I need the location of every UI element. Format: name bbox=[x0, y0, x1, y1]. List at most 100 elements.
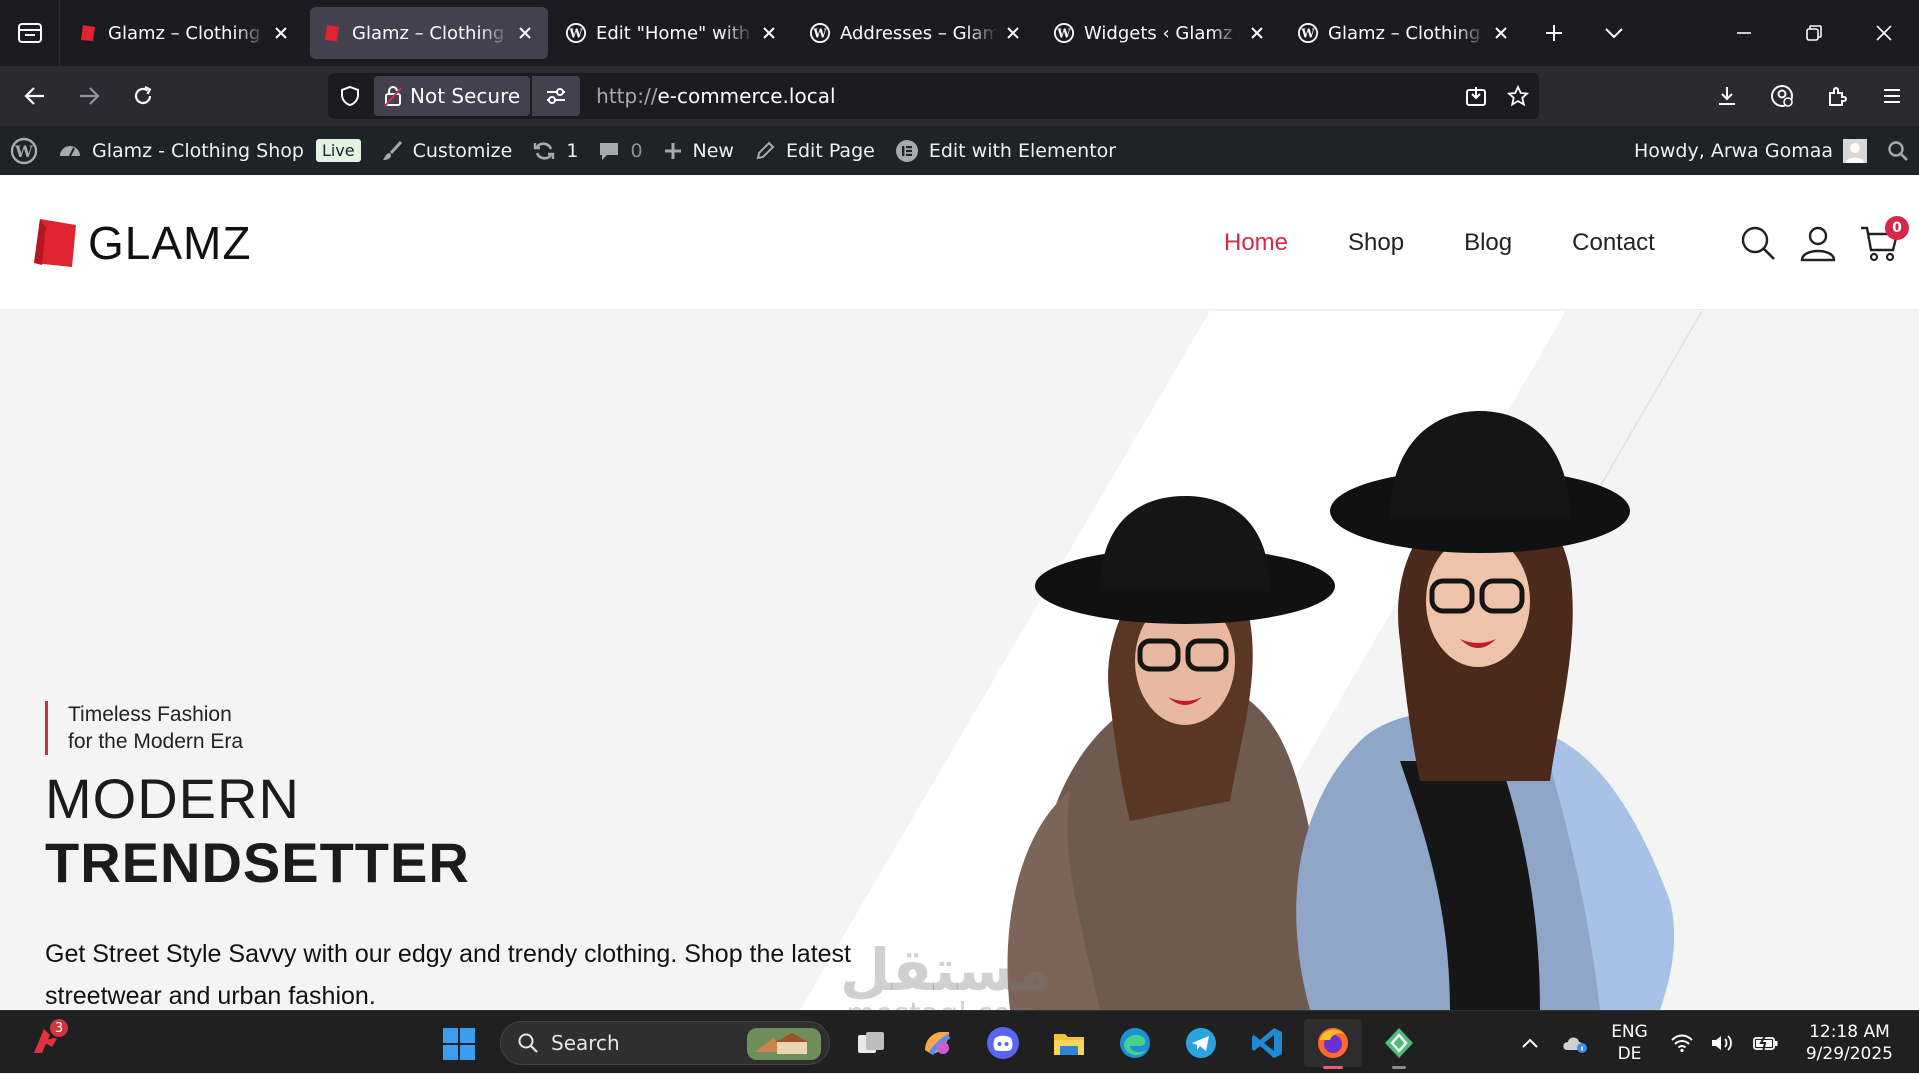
browser-tab-6[interactable]: W Glamz – Clothing Shop bbox=[1286, 7, 1524, 59]
account-link[interactable] bbox=[1799, 224, 1837, 262]
close-tab-icon[interactable] bbox=[514, 22, 536, 44]
menu-item-home[interactable]: Home bbox=[1224, 229, 1288, 257]
search-label: Search bbox=[551, 1031, 620, 1055]
close-tab-icon[interactable] bbox=[1002, 22, 1024, 44]
close-tab-icon[interactable] bbox=[270, 22, 292, 44]
copilot-icon bbox=[925, 1032, 951, 1056]
plus-icon bbox=[663, 141, 683, 161]
browser-tab-4[interactable]: W Addresses – Glamz bbox=[798, 7, 1036, 59]
telegram-button[interactable] bbox=[1172, 1019, 1230, 1067]
glamz-logo-icon bbox=[34, 219, 76, 267]
copilot-button[interactable] bbox=[908, 1019, 966, 1067]
taskbar-search[interactable]: Search bbox=[500, 1021, 830, 1065]
browser-tab-2[interactable]: Glamz – Clothing Shop bbox=[310, 7, 548, 59]
discord-icon bbox=[987, 1027, 1019, 1059]
browser-tab-5[interactable]: W Widgets ‹ Glamz - Clothing Shop bbox=[1042, 7, 1280, 59]
wp-logo-menu[interactable]: W bbox=[0, 126, 48, 175]
permissions-button[interactable] bbox=[532, 76, 581, 116]
reload-button[interactable] bbox=[116, 66, 170, 126]
restore-button[interactable] bbox=[1779, 0, 1849, 66]
avatar bbox=[1843, 138, 1867, 163]
menu-item-contact[interactable]: Contact bbox=[1572, 229, 1655, 257]
discord-button[interactable] bbox=[974, 1019, 1032, 1067]
forward-button[interactable] bbox=[62, 66, 116, 126]
minimize-button[interactable] bbox=[1709, 0, 1779, 66]
show-hidden-icons-button[interactable] bbox=[1521, 1037, 1539, 1049]
browser-tab-1[interactable]: Glamz – Clothing Shop bbox=[66, 7, 304, 59]
list-all-tabs-button[interactable] bbox=[1584, 0, 1644, 66]
new-label: New bbox=[692, 139, 734, 162]
site-name-menu[interactable]: Glamz - Clothing Shop Live bbox=[48, 126, 371, 175]
tracking-protection-button[interactable] bbox=[328, 73, 372, 119]
updates-icon bbox=[532, 140, 556, 162]
account-button[interactable] bbox=[1754, 66, 1809, 126]
url-bar[interactable]: Not Secure http://e-commerce.local bbox=[328, 73, 1539, 119]
hamburger-icon bbox=[1883, 89, 1900, 103]
my-account-menu[interactable]: Howdy, Arwa Gomaa bbox=[1624, 126, 1877, 175]
save-page-button[interactable] bbox=[1455, 73, 1497, 119]
input-language-indicator[interactable]: ENG DE bbox=[1611, 1021, 1648, 1065]
minimize-icon bbox=[1737, 32, 1751, 34]
menu-item-shop[interactable]: Shop bbox=[1348, 229, 1404, 257]
onedrive-status-button[interactable] bbox=[1561, 1032, 1589, 1054]
chevron-down-icon bbox=[1605, 28, 1623, 39]
close-tab-icon[interactable] bbox=[1490, 22, 1512, 44]
app-menu-button[interactable] bbox=[1864, 66, 1919, 126]
file-explorer-button[interactable] bbox=[1040, 1019, 1098, 1067]
edit-page-link[interactable]: Edit Page bbox=[744, 126, 885, 175]
tab-overview-button[interactable] bbox=[0, 0, 60, 66]
wp-admin-bar: W Glamz - Clothing Shop Live Customize 1… bbox=[0, 126, 1919, 175]
extensions-button[interactable] bbox=[1809, 66, 1864, 126]
search-highlight-image bbox=[747, 1028, 821, 1065]
edit-with-elementor-link[interactable]: Edit with Elementor bbox=[885, 126, 1126, 175]
menu-item-blog[interactable]: Blog bbox=[1464, 229, 1512, 257]
tab-title: Edit "Home" with Elementor bbox=[596, 22, 754, 44]
firefox-button[interactable] bbox=[1304, 1019, 1362, 1069]
keyboard-layout: DE bbox=[1617, 1043, 1642, 1064]
new-tab-button[interactable] bbox=[1524, 0, 1584, 66]
close-tab-icon[interactable] bbox=[758, 22, 780, 44]
battery-button[interactable] bbox=[1752, 1033, 1780, 1053]
taskbar-clock[interactable]: 12:18 AM 9/29/2025 bbox=[1806, 1021, 1893, 1065]
arrow-right-icon bbox=[80, 87, 100, 105]
close-tab-icon[interactable] bbox=[1246, 22, 1268, 44]
howdy-text: Howdy, Arwa Gomaa bbox=[1633, 139, 1833, 162]
wifi-status-button[interactable] bbox=[1670, 1033, 1694, 1053]
edge-button[interactable] bbox=[1106, 1019, 1164, 1067]
paintbrush-icon bbox=[381, 140, 403, 162]
close-window-button[interactable] bbox=[1849, 0, 1919, 66]
shield-icon bbox=[341, 85, 359, 107]
not-secure-label: Not Secure bbox=[410, 84, 521, 108]
chevron-up-icon bbox=[1522, 1038, 1538, 1048]
cart-link[interactable]: 0 bbox=[1859, 215, 1909, 262]
comments-link[interactable]: 0 bbox=[588, 126, 652, 175]
new-content-menu[interactable]: New bbox=[653, 126, 744, 175]
local-app-icon bbox=[1385, 1028, 1413, 1058]
download-icon bbox=[1718, 87, 1735, 105]
url-text[interactable]: http://e-commerce.local bbox=[596, 84, 1455, 108]
admin-search-button[interactable] bbox=[1877, 126, 1919, 175]
task-view-button[interactable] bbox=[842, 1019, 900, 1067]
wordpress-icon: W bbox=[10, 137, 38, 165]
system-tray: ENG DE 12:18 AM 9/29/2025 bbox=[1513, 1011, 1919, 1074]
local-wp-button[interactable] bbox=[1370, 1019, 1428, 1069]
volume-button[interactable] bbox=[1710, 1033, 1736, 1053]
site-logo[interactable]: GLAMZ bbox=[30, 215, 251, 271]
bookmark-button[interactable] bbox=[1497, 73, 1539, 119]
customize-link[interactable]: Customize bbox=[371, 126, 523, 175]
taskbar-apps bbox=[842, 1019, 1436, 1069]
dashboard-icon bbox=[58, 140, 82, 162]
browser-tab-3[interactable]: W Edit "Home" with Elementor bbox=[554, 7, 792, 59]
vscode-button[interactable] bbox=[1238, 1019, 1296, 1067]
notification-count-badge: 3 bbox=[48, 1017, 70, 1039]
back-button[interactable] bbox=[8, 66, 62, 126]
notification-app-button[interactable]: 3 bbox=[28, 1017, 70, 1059]
updates-link[interactable]: 1 bbox=[522, 126, 588, 175]
search-icon bbox=[1888, 140, 1908, 161]
not-secure-indicator[interactable]: Not Secure bbox=[374, 76, 531, 116]
language-code: ENG bbox=[1611, 1021, 1648, 1042]
downloads-button[interactable] bbox=[1699, 66, 1754, 126]
tab-title: Widgets ‹ Glamz - Clothing Shop bbox=[1084, 22, 1242, 44]
site-search-button[interactable] bbox=[1739, 224, 1777, 262]
start-button[interactable] bbox=[442, 1027, 476, 1065]
